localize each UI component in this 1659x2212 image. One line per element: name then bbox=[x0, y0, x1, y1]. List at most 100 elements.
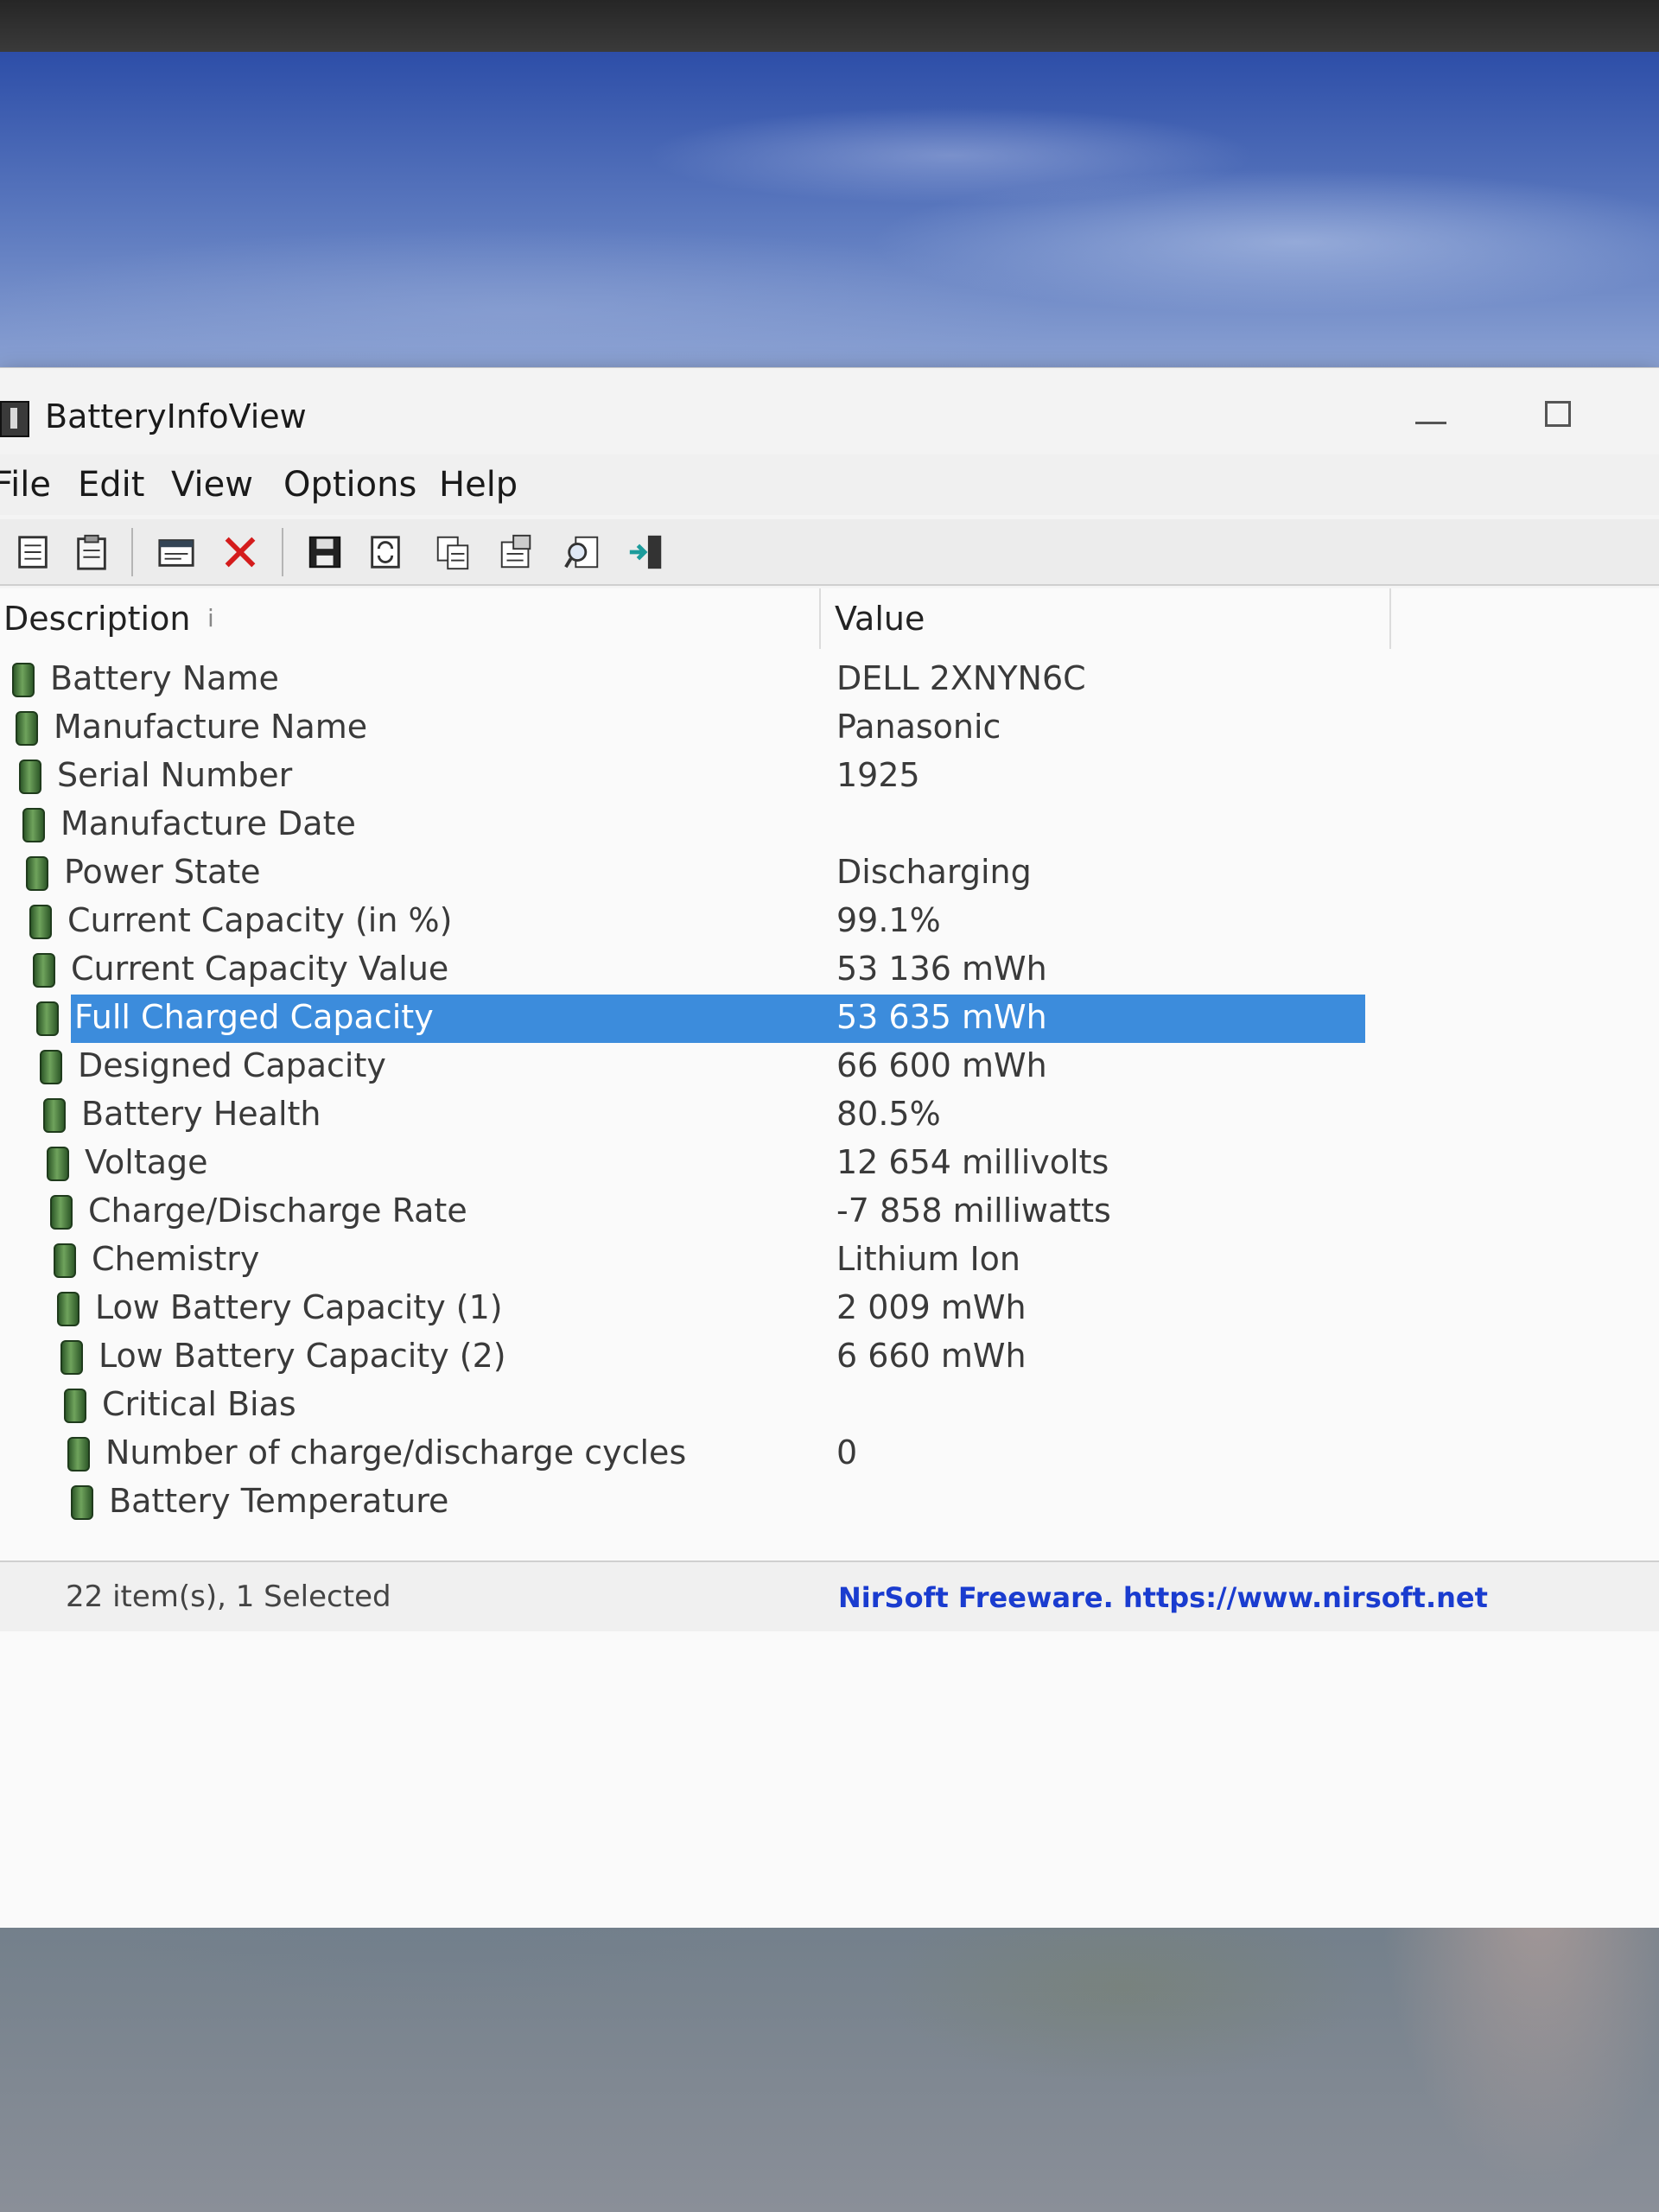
table-row[interactable]: Manufacture Date bbox=[0, 801, 1365, 849]
battery-icon bbox=[57, 1292, 79, 1326]
table-row[interactable]: Power State Discharging bbox=[0, 849, 1365, 898]
clipboard-icon[interactable] bbox=[69, 530, 114, 575]
battery-icon bbox=[16, 711, 38, 746]
monitor-bezel bbox=[0, 0, 1659, 52]
table-row[interactable]: Battery Health 80.5% bbox=[0, 1091, 1365, 1140]
status-bar: 22 item(s), 1 Selected NirSoft Freeware.… bbox=[0, 1560, 1659, 1631]
find-icon[interactable] bbox=[560, 530, 605, 575]
table-row[interactable]: Full Charged Capacity 53 635 mWh bbox=[0, 995, 1365, 1043]
desktop-wallpaper-sky bbox=[0, 52, 1659, 380]
column-header-value[interactable]: Value bbox=[821, 588, 1391, 649]
battery-icon bbox=[36, 1001, 59, 1036]
menu-bar: File Edit View Options Help bbox=[0, 454, 1659, 515]
battery-icon bbox=[67, 1437, 90, 1471]
minimize-button[interactable] bbox=[1391, 385, 1469, 446]
refresh-icon[interactable] bbox=[363, 530, 408, 575]
battery-icon bbox=[50, 1195, 73, 1230]
row-description: Designed Capacity bbox=[78, 1046, 386, 1084]
battery-icon bbox=[22, 808, 45, 842]
row-value: 99.1% bbox=[836, 901, 941, 939]
delete-icon[interactable] bbox=[218, 530, 263, 575]
battery-icon bbox=[12, 663, 35, 697]
row-value: 0 bbox=[836, 1433, 858, 1471]
title-bar[interactable]: BatteryInfoView bbox=[0, 368, 1659, 454]
toolbar-separator bbox=[131, 528, 133, 576]
row-description: Chemistry bbox=[92, 1240, 260, 1278]
html-report-icon[interactable] bbox=[154, 530, 199, 575]
row-description: Critical Bias bbox=[102, 1385, 296, 1423]
row-description: Serial Number bbox=[57, 756, 293, 794]
table-row[interactable]: Battery Name DELL 2XNYN6C bbox=[0, 656, 1365, 704]
menu-file[interactable]: File bbox=[0, 465, 51, 505]
row-description: Power State bbox=[64, 853, 261, 891]
batteryinfoview-window: BatteryInfoView File Edit View Options H… bbox=[0, 367, 1659, 1928]
battery-icon bbox=[40, 1050, 62, 1084]
table-row[interactable]: Number of charge/discharge cycles 0 bbox=[0, 1430, 1365, 1478]
battery-icon bbox=[71, 1485, 93, 1520]
table-row[interactable]: Current Capacity Value 53 136 mWh bbox=[0, 946, 1365, 995]
table-row[interactable]: Serial Number 1925 bbox=[0, 753, 1365, 801]
row-value: Panasonic bbox=[836, 708, 1001, 746]
table-row[interactable]: Designed Capacity 66 600 mWh bbox=[0, 1043, 1365, 1091]
row-value: 66 600 mWh bbox=[836, 1046, 1047, 1084]
properties-dialog-icon[interactable] bbox=[494, 530, 539, 575]
row-value: 53 635 mWh bbox=[836, 998, 1047, 1036]
row-description: Current Capacity Value bbox=[71, 950, 449, 988]
row-value: Discharging bbox=[836, 853, 1032, 891]
table-row[interactable]: Manufacture Name Panasonic bbox=[0, 704, 1365, 753]
row-value: DELL 2XNYN6C bbox=[836, 659, 1086, 697]
battery-icon bbox=[19, 760, 41, 794]
exit-icon[interactable] bbox=[624, 530, 669, 575]
table-row[interactable]: Battery Temperature bbox=[0, 1478, 1365, 1527]
row-description: Full Charged Capacity bbox=[74, 998, 434, 1036]
row-description: Manufacture Date bbox=[60, 804, 356, 842]
battery-info-list[interactable]: Description ⅰ Value Battery Name DELL 2XN… bbox=[0, 588, 1659, 1928]
table-row[interactable]: Low Battery Capacity (1) 2 009 mWh bbox=[0, 1285, 1365, 1333]
maximize-button[interactable] bbox=[1521, 385, 1599, 446]
battery-icon bbox=[33, 953, 55, 988]
column-header-description[interactable]: Description ⅰ bbox=[0, 588, 821, 649]
battery-icon bbox=[43, 1098, 66, 1133]
save-icon[interactable] bbox=[302, 530, 347, 575]
battery-app-icon bbox=[0, 401, 29, 437]
row-description: Charge/Discharge Rate bbox=[88, 1192, 467, 1230]
toolbar-separator bbox=[282, 528, 283, 576]
column-header-value-label: Value bbox=[835, 600, 925, 638]
row-value: -7 858 milliwatts bbox=[836, 1192, 1111, 1230]
table-row[interactable]: Critical Bias bbox=[0, 1382, 1365, 1430]
row-description: Low Battery Capacity (2) bbox=[99, 1337, 506, 1375]
row-description: Number of charge/discharge cycles bbox=[105, 1433, 687, 1471]
toolbar bbox=[0, 519, 1659, 586]
table-row[interactable]: Charge/Discharge Rate -7 858 milliwatts bbox=[0, 1188, 1365, 1236]
properties-icon[interactable] bbox=[10, 530, 55, 575]
table-row[interactable]: Low Battery Capacity (2) 6 660 mWh bbox=[0, 1333, 1365, 1382]
menu-edit[interactable]: Edit bbox=[78, 465, 144, 505]
battery-icon bbox=[26, 856, 48, 891]
row-value: 80.5% bbox=[836, 1095, 941, 1133]
row-description: Current Capacity (in %) bbox=[67, 901, 453, 939]
battery-icon bbox=[54, 1243, 76, 1278]
row-value: 12 654 millivolts bbox=[836, 1143, 1109, 1181]
sort-indicator-icon: ⅰ bbox=[207, 604, 214, 632]
copy-icon[interactable] bbox=[430, 530, 475, 575]
table-row[interactable]: Chemistry Lithium Ion bbox=[0, 1236, 1365, 1285]
row-value: 53 136 mWh bbox=[836, 950, 1047, 988]
battery-icon bbox=[60, 1340, 83, 1375]
row-value: 2 009 mWh bbox=[836, 1288, 1027, 1326]
menu-view[interactable]: View bbox=[171, 465, 253, 505]
battery-icon bbox=[47, 1147, 69, 1181]
row-description: Battery Health bbox=[81, 1095, 321, 1133]
row-description: Manufacture Name bbox=[54, 708, 368, 746]
window-title: BatteryInfoView bbox=[45, 397, 307, 435]
row-value: 6 660 mWh bbox=[836, 1337, 1027, 1375]
table-row[interactable]: Voltage 12 654 millivolts bbox=[0, 1140, 1365, 1188]
row-value: Lithium Ion bbox=[836, 1240, 1020, 1278]
menu-options[interactable]: Options bbox=[283, 465, 416, 505]
nirsoft-link[interactable]: NirSoft Freeware. https://www.nirsoft.ne… bbox=[838, 1581, 1488, 1614]
column-header-description-label: Description bbox=[3, 600, 191, 638]
row-description: Voltage bbox=[85, 1143, 208, 1181]
menu-help[interactable]: Help bbox=[439, 465, 518, 505]
table-row[interactable]: Current Capacity (in %) 99.1% bbox=[0, 898, 1365, 946]
row-description: Battery Name bbox=[50, 659, 279, 697]
battery-icon bbox=[29, 905, 52, 939]
